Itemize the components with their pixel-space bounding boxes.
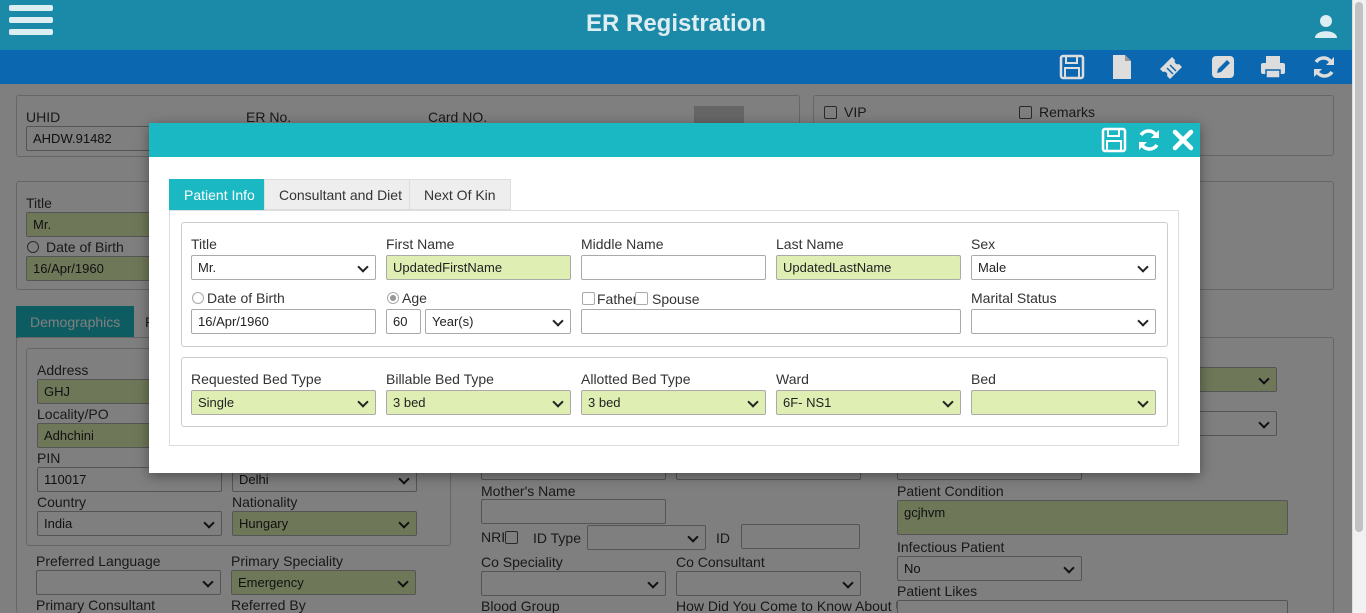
- tab-next-of-kin[interactable]: Next Of Kin: [409, 179, 511, 210]
- modal-header: [149, 123, 1200, 157]
- edit-icon[interactable]: [1209, 53, 1237, 81]
- m-sex-select[interactable]: Male: [971, 255, 1156, 280]
- m-spouse-label: Spouse: [652, 291, 700, 307]
- m-age-field[interactable]: 60: [386, 309, 421, 334]
- m-bed-select[interactable]: [971, 390, 1156, 415]
- m-req-bed-select[interactable]: Single: [191, 390, 376, 415]
- m-father-label: Father: [597, 291, 638, 307]
- modal-close-icon[interactable]: [1170, 127, 1196, 153]
- m-ward-label: Ward: [776, 371, 809, 387]
- tab-consultant-diet[interactable]: Consultant and Diet: [264, 179, 417, 210]
- m-allot-bed-label: Allotted Bed Type: [581, 371, 691, 387]
- m-dob-field[interactable]: 16/Apr/1960: [191, 309, 376, 334]
- m-spouse-checkbox[interactable]: [635, 292, 648, 305]
- new-document-icon[interactable]: [1108, 53, 1136, 81]
- m-ward-select[interactable]: 6F- NS1: [776, 390, 961, 415]
- patient-info-modal: Patient Info Consultant and Diet Next Of…: [149, 123, 1200, 473]
- m-bed-label: Bed: [971, 371, 996, 387]
- save-icon[interactable]: [1058, 53, 1086, 81]
- m-first-name-label: First Name: [386, 236, 455, 252]
- m-req-bed-label: Requested Bed Type: [191, 371, 322, 387]
- m-middle-name-field[interactable]: [581, 255, 766, 280]
- modal-save-icon[interactable]: [1101, 127, 1127, 153]
- scrollbar-thumb[interactable]: [1355, 2, 1363, 532]
- page-title: ER Registration: [585, 10, 767, 37]
- print-icon[interactable]: [1259, 53, 1287, 81]
- m-last-name-label: Last Name: [776, 236, 844, 252]
- ticket-icon[interactable]: [1158, 53, 1186, 81]
- m-dob-radio[interactable]: [192, 292, 204, 304]
- m-title-select[interactable]: Mr.: [191, 255, 376, 280]
- m-relation-field[interactable]: [581, 309, 961, 334]
- m-first-name-field[interactable]: UpdatedFirstName: [386, 255, 571, 280]
- m-age-label: Age: [402, 290, 427, 306]
- m-allot-bed-select[interactable]: 3 bed: [581, 390, 766, 415]
- m-age-unit-select[interactable]: Year(s): [425, 309, 571, 334]
- m-middle-name-label: Middle Name: [581, 236, 664, 252]
- m-dob-label: Date of Birth: [207, 290, 285, 306]
- m-last-name-field[interactable]: UpdatedLastName: [776, 255, 961, 280]
- m-marital-label: Marital Status: [971, 290, 1057, 306]
- tab-patient-info[interactable]: Patient Info: [169, 179, 270, 210]
- user-icon[interactable]: [1314, 14, 1338, 38]
- m-bill-bed-label: Billable Bed Type: [386, 371, 494, 387]
- m-father-checkbox[interactable]: [582, 292, 595, 305]
- m-marital-select[interactable]: [971, 309, 1156, 334]
- refresh-icon[interactable]: [1310, 53, 1338, 81]
- m-age-radio[interactable]: [387, 292, 399, 304]
- m-title-label: Title: [191, 236, 217, 252]
- m-sex-label: Sex: [971, 236, 996, 252]
- m-bill-bed-select[interactable]: 3 bed: [386, 390, 571, 415]
- modal-refresh-icon[interactable]: [1136, 127, 1162, 153]
- toolbar: [0, 50, 1352, 84]
